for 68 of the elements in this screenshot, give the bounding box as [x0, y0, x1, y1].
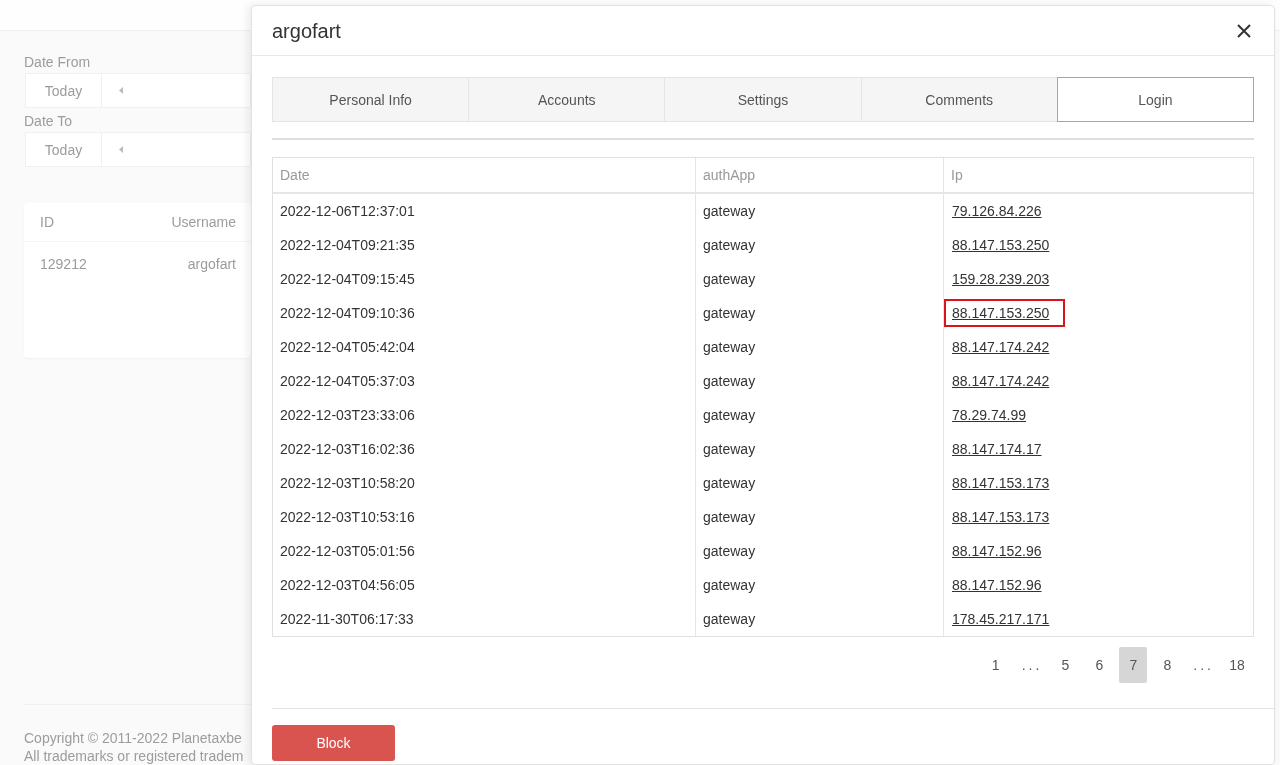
tab[interactable]: Personal Info — [272, 77, 469, 122]
table-cell: gateway — [695, 330, 943, 364]
table-cell-text: 2022-12-03T10:58:20 — [279, 474, 416, 493]
column-header: Username — [170, 213, 236, 231]
table-cell: gateway — [695, 228, 943, 262]
table-cell-text: 2022-12-04T09:15:45 — [279, 270, 416, 289]
ip-link[interactable]: 88.147.152.96 — [944, 571, 1058, 599]
table-cell-text: argofart — [186, 255, 236, 273]
table-cell-text: 2022-12-04T05:42:04 — [279, 338, 416, 357]
table-cell: gateway — [695, 500, 943, 534]
caret-icon[interactable] — [119, 87, 123, 94]
tab[interactable]: Settings — [664, 77, 861, 122]
footer-text: All trademarks or registered tradem — [24, 747, 245, 765]
page-button[interactable]: 18 — [1223, 647, 1251, 683]
table-cell-text: 2022-12-03T16:02:36 — [279, 440, 416, 459]
ip-link[interactable]: 88.147.174.242 — [944, 367, 1066, 395]
table-cell-text: 2022-12-03T23:33:06 — [279, 406, 416, 425]
ellipsis-text: ... — [1020, 656, 1044, 675]
ip-link[interactable]: 88.147.153.173 — [944, 469, 1066, 497]
table-cell-text: 2022-11-30T06:17:33 — [279, 610, 415, 629]
table-cell-text: 129212 — [39, 255, 88, 273]
table-cell: gateway — [695, 364, 943, 398]
ip-link[interactable]: 159.28.239.203 — [944, 265, 1066, 293]
footer-text: Copyright © 2011-2022 Planetaxbe — [24, 729, 243, 747]
page-button[interactable]: 7 — [1119, 647, 1148, 683]
page-button[interactable]: 1 — [981, 647, 1010, 683]
table-cell-text: 2022-12-04T09:10:36 — [279, 304, 416, 323]
column-header: ID — [39, 213, 55, 231]
column-header: Ip — [943, 158, 1253, 192]
caret-icon[interactable] — [119, 146, 123, 153]
table-cell: gateway — [695, 466, 943, 500]
ip-link[interactable]: 178.45.217.171 — [944, 605, 1066, 633]
table-cell: gateway — [695, 194, 943, 228]
tab[interactable]: Login — [1056, 77, 1254, 122]
page-button[interactable]: 5 — [1051, 647, 1080, 683]
table-cell: gateway — [695, 602, 943, 636]
tab[interactable]: Accounts — [468, 77, 665, 122]
ip-link[interactable]: 79.126.84.226 — [944, 197, 1058, 225]
table-cell-text: 2022-12-03T05:01:56 — [279, 542, 416, 561]
table-cell-text: 2022-12-04T09:21:35 — [279, 236, 416, 255]
table-cell-text: 2022-12-03T04:56:05 — [279, 576, 416, 595]
ip-link[interactable]: 88.147.153.250 — [944, 299, 1066, 327]
table-cell: gateway — [695, 398, 943, 432]
column-header: Date — [279, 166, 311, 185]
table-cell: gateway — [695, 432, 943, 466]
dialog-title: argofart — [272, 18, 341, 43]
page-button[interactable]: 8 — [1153, 647, 1182, 683]
ip-link[interactable]: 88.147.152.96 — [944, 537, 1058, 565]
filter-label: Date From — [24, 53, 92, 71]
table-cell-text: 2022-12-03T10:53:16 — [279, 508, 416, 527]
page-button[interactable]: 6 — [1085, 647, 1114, 683]
table-cell: gateway — [695, 262, 943, 296]
table-cell-text: 2022-12-06T12:37:01 — [279, 202, 416, 221]
ip-link[interactable]: 88.147.153.250 — [944, 231, 1066, 259]
close-icon — [1237, 23, 1251, 38]
block-button[interactable]: Block — [272, 725, 395, 761]
column-header: authApp — [695, 158, 943, 192]
table-cell: gateway — [695, 296, 943, 330]
table-cell: gateway — [695, 534, 943, 568]
ellipsis-text: ... — [1192, 656, 1215, 675]
tab[interactable]: Comments — [860, 77, 1057, 122]
table-cell-text: 2022-12-04T05:37:03 — [279, 372, 416, 391]
ip-link[interactable]: 88.147.174.17 — [944, 435, 1058, 463]
filter-label: Date To — [24, 112, 73, 130]
ip-link[interactable]: 78.29.74.99 — [944, 401, 1042, 429]
ip-link[interactable]: 88.147.174.242 — [944, 333, 1066, 361]
table-cell: gateway — [695, 568, 943, 602]
ip-link[interactable]: 88.147.153.173 — [944, 503, 1066, 531]
